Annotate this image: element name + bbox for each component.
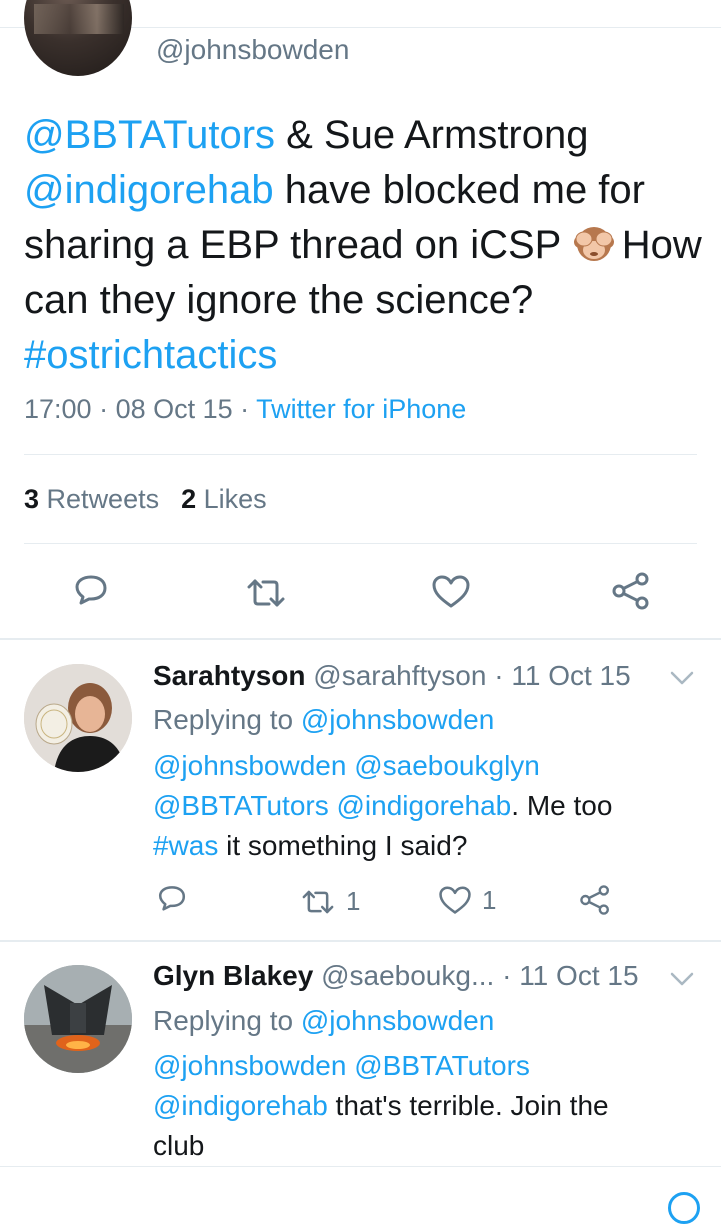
tweet-time: 17:00 <box>24 394 92 424</box>
user-photo-icon <box>24 965 132 1073</box>
see-no-evil-monkey-icon <box>573 227 614 261</box>
author-avatar[interactable] <box>24 0 132 76</box>
divider <box>24 454 697 455</box>
reply-button[interactable] <box>156 884 188 916</box>
divider <box>0 940 721 942</box>
reply-date[interactable]: 11 Oct 15 <box>519 960 638 991</box>
divider <box>24 543 697 544</box>
mention-link[interactable]: @indigorehab <box>24 168 274 212</box>
tweet-meta: 17:00 · 08 Oct 15 · Twitter for iPhone <box>24 394 467 424</box>
share-icon <box>580 885 609 915</box>
tweet-date: 08 Oct 15 <box>115 394 233 424</box>
retweet-icon <box>247 579 285 607</box>
mention-link[interactable]: @johnsbowden <box>301 704 494 735</box>
tweet-stats: 3 Retweets 2 Likes <box>24 484 267 515</box>
reply-replying-to: Replying to @johnsbowden <box>153 704 495 735</box>
reply-date[interactable]: 11 Oct 15 <box>511 660 630 691</box>
reply-text: @johnsbowden @saeboukglyn @BBTATutors @i… <box>153 750 613 861</box>
chevron-down-icon <box>670 972 694 986</box>
share-button[interactable] <box>611 571 651 611</box>
like-button[interactable] <box>431 574 471 610</box>
user-photo-icon <box>24 664 132 772</box>
retweet-button[interactable] <box>245 575 287 611</box>
retweets-stat[interactable]: 3 Retweets <box>24 484 159 514</box>
share-button[interactable] <box>579 884 611 916</box>
reply-header: Glyn Blakey @saeboukg... · 11 Oct 15 <box>153 960 639 991</box>
compose-fab-icon[interactable] <box>668 1192 700 1224</box>
like-icon <box>439 886 471 914</box>
reply-author-handle[interactable]: @sarahftyson <box>313 660 486 691</box>
reply-author-handle[interactable]: @saeboukg... <box>321 960 494 991</box>
retweet-icon <box>302 890 334 913</box>
mention-link[interactable]: @BBTATutors <box>24 113 275 157</box>
tweet-source-link[interactable]: Twitter for iPhone <box>256 394 466 424</box>
divider <box>0 1166 721 1167</box>
hashtag-link[interactable]: #was <box>153 830 218 861</box>
hashtag-link[interactable]: #ostrichtactics <box>24 333 277 377</box>
reply-icon <box>158 886 186 911</box>
likes-stat[interactable]: 2 Likes <box>181 484 267 514</box>
like-button[interactable]: 1 <box>438 885 496 916</box>
mention-links[interactable]: @johnsbowden @saeboukglyn @BBTATutors @i… <box>153 750 540 821</box>
tweet-menu-button[interactable] <box>668 969 696 994</box>
author-handle[interactable]: @johnsbowden <box>156 34 349 66</box>
reply-text: @johnsbowden @BBTATutors @indigorehab th… <box>153 1050 609 1161</box>
tweet-text: @BBTATutors & Sue Armstrong @indigorehab… <box>24 113 702 377</box>
reply-author-name[interactable]: Glyn Blakey <box>153 960 313 991</box>
reply-header: Sarahtyson @sarahftyson · 11 Oct 15 <box>153 660 631 691</box>
tweet-menu-button[interactable] <box>668 668 696 693</box>
reply-icon <box>75 575 107 605</box>
reply-replying-to: Replying to @johnsbowden <box>153 1005 495 1036</box>
reply-avatar[interactable] <box>24 664 132 772</box>
reply-author-name[interactable]: Sarahtyson <box>153 660 306 691</box>
reply-avatar[interactable] <box>24 965 132 1073</box>
share-icon <box>612 572 649 610</box>
like-icon <box>432 575 470 608</box>
chevron-down-icon <box>670 671 694 685</box>
divider <box>0 638 721 640</box>
retweet-button[interactable]: 1 <box>300 886 360 917</box>
like-count: 1 <box>482 885 497 915</box>
mention-link[interactable]: @johnsbowden <box>301 1005 494 1036</box>
reply-button[interactable] <box>72 573 110 611</box>
retweet-count: 1 <box>346 886 361 916</box>
